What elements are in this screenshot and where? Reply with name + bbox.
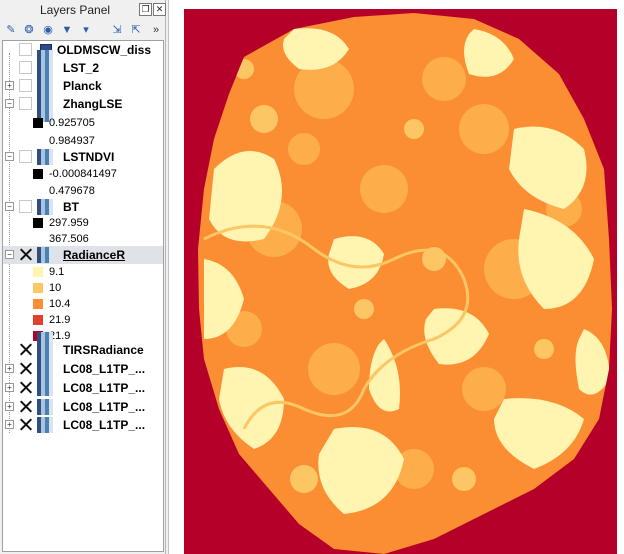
filter-icon[interactable]: ▼ <box>61 24 73 36</box>
layer-row-lc08-4[interactable]: + LC08_L1TP_... <box>3 416 163 434</box>
panel-title: Layers Panel <box>40 3 111 17</box>
raster-layer-icon <box>37 417 53 433</box>
layer-visibility-checkbox[interactable] <box>19 97 32 110</box>
legend-swatch <box>33 267 43 277</box>
layer-visibility-checkbox[interactable] <box>19 79 32 92</box>
layer-name: ZhangLSE <box>63 97 123 111</box>
layer-visibility-checkbox[interactable] <box>19 381 32 394</box>
map-canvas[interactable] <box>168 0 624 554</box>
more-icon[interactable]: » <box>150 24 162 36</box>
legend-label: 9.1 <box>49 266 65 278</box>
panel-titlebar: Layers Panel ❐ ✕ <box>0 0 166 20</box>
layer-name: RadianceR <box>63 248 126 262</box>
layer-row-radiancer[interactable]: − RadianceR <box>3 246 163 264</box>
legend-label: 297.959 <box>49 217 89 229</box>
raster-layer-icon <box>37 149 53 165</box>
layer-visibility-checkbox[interactable] <box>19 150 32 163</box>
legend-swatch <box>33 315 43 325</box>
raster-layer-icon <box>37 380 53 396</box>
legend-swatch-black <box>33 169 43 179</box>
layer-row-oldmscw[interactable]: OLDMSCW_diss <box>3 41 163 59</box>
legend-item: 0.925705 <box>3 114 163 132</box>
close-panel-button[interactable]: ✕ <box>153 3 166 16</box>
collapse-toggle[interactable]: − <box>5 202 14 211</box>
layer-name: TIRSRadiance <box>63 343 144 357</box>
legend-label: 10 <box>49 282 62 294</box>
layer-name: OLDMSCW_diss <box>57 43 152 57</box>
radiance-raster-image <box>198 13 612 554</box>
layer-name: LST_2 <box>63 61 100 75</box>
legend-item: -0.000841497 <box>3 165 163 183</box>
layer-name: LC08_L1TP_... <box>63 400 146 414</box>
layer-name: LC08_L1TP_... <box>63 362 146 376</box>
raster-map-view[interactable] <box>184 9 617 554</box>
add-layer-icon[interactable]: ✎ <box>5 24 17 36</box>
expand-toggle[interactable]: + <box>5 81 14 90</box>
layer-visibility-checkbox[interactable] <box>19 248 32 261</box>
layer-row-zhanglse[interactable]: − ZhangLSE <box>3 86 163 122</box>
layer-row-tirsradiance[interactable]: TIRSRadiance <box>3 332 163 368</box>
legend-label: 0.984937 <box>49 135 95 147</box>
collapse-toggle[interactable]: − <box>5 152 14 161</box>
style-manager-icon[interactable]: ❂ <box>23 24 35 36</box>
collapse-all-icon[interactable]: ⇱ <box>130 24 142 36</box>
layer-visibility-checkbox[interactable] <box>19 343 32 356</box>
layer-visibility-checkbox[interactable] <box>19 43 32 56</box>
layer-visibility-checkbox[interactable] <box>19 400 32 413</box>
layer-row-lc08-2[interactable]: + LC08_L1TP_... <box>3 379 163 397</box>
layer-row-lst2[interactable]: LST_2 <box>3 50 163 86</box>
expand-toggle[interactable]: + <box>5 420 14 429</box>
raster-layer-icon <box>37 399 53 415</box>
layer-visibility-checkbox[interactable] <box>19 418 32 431</box>
layer-row-lstndvi[interactable]: − LSTNDVI <box>3 148 163 166</box>
legend-label: 10.4 <box>49 298 71 310</box>
expand-all-icon[interactable]: ⇲ <box>111 24 123 36</box>
raster-layer-icon <box>37 247 53 263</box>
legend-swatch <box>33 299 43 309</box>
legend-label: 21.9 <box>49 314 71 326</box>
layer-name: LC08_L1TP_... <box>63 381 146 395</box>
expand-toggle[interactable]: + <box>5 402 14 411</box>
layer-row-planck[interactable]: + Planck <box>3 77 163 95</box>
layer-name: LSTNDVI <box>63 150 115 164</box>
collapse-toggle[interactable]: − <box>5 250 14 259</box>
legend-label: -0.000841497 <box>49 168 117 180</box>
layer-row-lc08-1[interactable]: + LC08_L1TP_... <box>3 351 163 387</box>
layer-visibility-checkbox[interactable] <box>19 200 32 213</box>
legend-swatch-black <box>33 118 43 128</box>
panel-toolbar: ✎ ❂ ◉ ▼ ▾ ⇲ ⇱ » <box>0 20 166 40</box>
layer-name: Planck <box>63 79 102 93</box>
expand-toggle[interactable]: + <box>5 383 14 392</box>
expand-toggle[interactable]: + <box>5 364 14 373</box>
legend-label: 0.925705 <box>49 117 95 129</box>
legend-label: 367.506 <box>49 233 89 245</box>
layers-panel: Layers Panel ❐ ✕ ✎ ❂ ◉ ▼ ▾ ⇲ ⇱ » OLDMSCW… <box>0 0 166 554</box>
layer-name: BT <box>63 200 79 214</box>
layer-visibility-checkbox[interactable] <box>19 61 32 74</box>
legend-swatch-black <box>33 218 43 228</box>
eye-icon[interactable]: ◉ <box>42 24 54 36</box>
layer-row-lc08-3[interactable]: + LC08_L1TP_... <box>3 398 163 416</box>
raster-layer-icon <box>37 199 53 215</box>
layer-visibility-checkbox[interactable] <box>19 362 32 375</box>
layer-name: LC08_L1TP_... <box>63 418 146 432</box>
collapse-toggle[interactable]: − <box>5 99 14 108</box>
float-panel-button[interactable]: ❐ <box>139 3 152 16</box>
filter-legend-icon[interactable]: ▾ <box>80 24 92 36</box>
legend-label: 0.479678 <box>49 185 95 197</box>
layer-tree: OLDMSCW_diss LST_2 + Planck − ZhangLSE 0… <box>2 40 164 552</box>
legend-swatch <box>33 283 43 293</box>
